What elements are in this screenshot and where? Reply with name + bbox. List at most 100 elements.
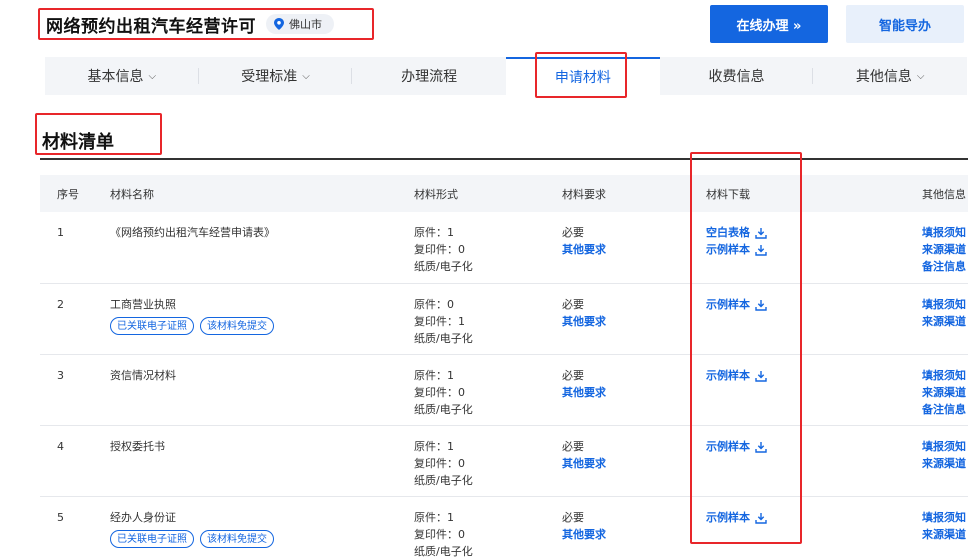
tab-acceptance-criteria[interactable]: 受理标准 ⌵ — [199, 57, 353, 95]
material-tag[interactable]: 已关联电子证照 — [110, 317, 194, 335]
req-level: 必要 — [562, 226, 584, 239]
other-info-link[interactable]: 备注信息 — [902, 258, 966, 275]
cell-req: 必要 其他要求 — [562, 212, 706, 283]
cell-download: 示例样本 — [706, 355, 902, 425]
material-name: 工商营业执照 — [110, 298, 176, 311]
form-line: 复印件：0 — [414, 243, 465, 256]
tab-label: 基本信息 — [87, 69, 144, 85]
other-info-link[interactable]: 填报须知 — [902, 438, 966, 455]
download-link[interactable]: 空白表格 — [706, 224, 902, 241]
other-info-link[interactable]: 来源渠道 — [902, 526, 966, 543]
other-requirements-link[interactable]: 其他要求 — [562, 384, 706, 401]
table-row: 1 《网络预约出租汽车经营申请表》 原件：1 复印件：0 纸质/电子化 必要 其他要求 空白表… — [40, 212, 968, 284]
tab-application-materials[interactable]: 申请材料 — [506, 57, 660, 95]
other-info-link[interactable]: 来源渠道 — [902, 241, 966, 258]
tab-process[interactable]: 办理流程 — [352, 57, 506, 95]
cell-other: 填报须知 来源渠道 — [902, 284, 968, 354]
chevron-down-icon: ⌵ — [916, 70, 925, 82]
city-badge[interactable]: 佛山市 — [266, 14, 334, 34]
other-requirements-link[interactable]: 其他要求 — [562, 241, 706, 258]
download-link[interactable]: 示例样本 — [706, 296, 902, 313]
other-info-link[interactable]: 来源渠道 — [902, 384, 966, 401]
form-line: 纸质/电子化 — [414, 474, 473, 487]
other-info-link[interactable]: 填报须知 — [902, 367, 966, 384]
header-form: 材料形式 — [414, 187, 458, 201]
req-level: 必要 — [562, 511, 584, 524]
material-tag[interactable]: 该材料免提交 — [200, 317, 274, 335]
cell-no: 5 — [57, 511, 64, 524]
other-info-link[interactable]: 填报须知 — [902, 296, 966, 313]
req-level: 必要 — [562, 369, 584, 382]
download-icon — [755, 370, 767, 382]
other-info-link[interactable]: 填报须知 — [902, 509, 966, 526]
other-info-link[interactable]: 来源渠道 — [902, 455, 966, 472]
header-other: 其他信息 — [922, 187, 966, 201]
table-row: 5 经办人身份证 已关联电子证照 该材料免提交 原件：1 复印件：0 纸质/电子化 必要 其他要… — [40, 497, 968, 558]
tab-other-info[interactable]: 其他信息 ⌵ — [813, 57, 967, 95]
other-info-link[interactable]: 来源渠道 — [902, 313, 966, 330]
other-info-link[interactable]: 备注信息 — [902, 401, 966, 418]
cell-name: 授权委托书 — [110, 426, 414, 496]
download-link[interactable]: 示例样本 — [706, 438, 902, 455]
page-title: 网络预约出租汽车经营许可 — [46, 16, 256, 37]
other-info-link[interactable]: 填报须知 — [902, 224, 966, 241]
header-req: 材料要求 — [562, 187, 606, 201]
material-tag[interactable]: 该材料免提交 — [200, 530, 274, 548]
tab-basic-info[interactable]: 基本信息 ⌵ — [45, 57, 199, 95]
form-line: 复印件：0 — [414, 457, 465, 470]
download-link[interactable]: 示例样本 — [706, 367, 902, 384]
header-download: 材料下载 — [706, 187, 750, 201]
download-label: 示例样本 — [706, 369, 750, 382]
cell-download: 示例样本 — [706, 497, 902, 558]
city-label: 佛山市 — [289, 18, 322, 31]
tab-label: 收费信息 — [708, 69, 765, 85]
material-tag[interactable]: 已关联电子证照 — [110, 530, 194, 548]
form-line: 原件：0 — [414, 298, 454, 311]
table-row: 2 工商营业执照 已关联电子证照 该材料免提交 原件：0 复印件：1 纸质/电子化 必要 其他要… — [40, 284, 968, 355]
cell-form: 原件：1 复印件：0 纸质/电子化 — [414, 426, 562, 496]
material-name: 经办人身份证 — [110, 511, 176, 524]
download-label: 示例样本 — [706, 511, 750, 524]
cell-name: 经办人身份证已关联电子证照 该材料免提交 — [110, 497, 414, 558]
table-header: 序号 材料名称 材料形式 材料要求 材料下载 其他信息 — [40, 175, 968, 212]
form-line: 复印件：1 — [414, 315, 465, 328]
material-name: 《网络预约出租汽车经营申请表》 — [110, 226, 275, 239]
download-icon — [755, 512, 767, 524]
online-apply-button[interactable]: 在线办理 » — [710, 5, 828, 43]
req-level: 必要 — [562, 440, 584, 453]
table-row: 4 授权委托书 原件：1 复印件：0 纸质/电子化 必要 其他要求 示例样本 填报须知 来源渠道 — [40, 426, 968, 497]
materials-table: 序号 材料名称 材料形式 材料要求 材料下载 其他信息 1 《网络预约出租汽车经营… — [40, 175, 968, 558]
cell-req: 必要 其他要求 — [562, 497, 706, 558]
download-link[interactable]: 示例样本 — [706, 509, 902, 526]
tab-label: 其他信息 — [855, 69, 912, 85]
section-title: 材料清单 — [42, 132, 114, 153]
table-body: 1 《网络预约出租汽车经营申请表》 原件：1 复印件：0 纸质/电子化 必要 其他要求 空白表… — [40, 212, 968, 558]
form-line: 复印件：0 — [414, 528, 465, 541]
form-line: 原件：1 — [414, 511, 454, 524]
chevron-down-icon: ⌵ — [302, 70, 310, 82]
download-icon — [755, 244, 767, 256]
cell-download: 示例样本 — [706, 426, 902, 496]
cell-other: 填报须知 来源渠道 备注信息 — [902, 355, 968, 425]
download-link[interactable]: 示例样本 — [706, 241, 902, 258]
smart-guide-button[interactable]: 智能导办 — [846, 5, 964, 43]
other-requirements-link[interactable]: 其他要求 — [562, 313, 706, 330]
tab-fees[interactable]: 收费信息 — [660, 57, 814, 95]
download-icon — [755, 441, 767, 453]
other-requirements-link[interactable]: 其他要求 — [562, 526, 706, 543]
material-name: 授权委托书 — [110, 440, 165, 453]
cell-no: 1 — [57, 226, 64, 239]
cell-other: 填报须知 来源渠道 备注信息 — [902, 212, 968, 283]
other-requirements-link[interactable]: 其他要求 — [562, 455, 706, 472]
download-label: 示例样本 — [706, 298, 750, 311]
tab-label: 办理流程 — [401, 69, 458, 85]
cell-no: 2 — [57, 298, 64, 311]
form-line: 纸质/电子化 — [414, 332, 473, 345]
cell-name: 《网络预约出租汽车经营申请表》 — [110, 212, 414, 283]
form-line: 原件：1 — [414, 369, 454, 382]
cell-name: 资信情况材料 — [110, 355, 414, 425]
cell-form: 原件：1 复印件：0 纸质/电子化 — [414, 497, 562, 558]
form-line: 纸质/电子化 — [414, 545, 473, 558]
cell-form: 原件：1 复印件：0 纸质/电子化 — [414, 355, 562, 425]
tab-label: 受理标准 — [241, 69, 298, 85]
